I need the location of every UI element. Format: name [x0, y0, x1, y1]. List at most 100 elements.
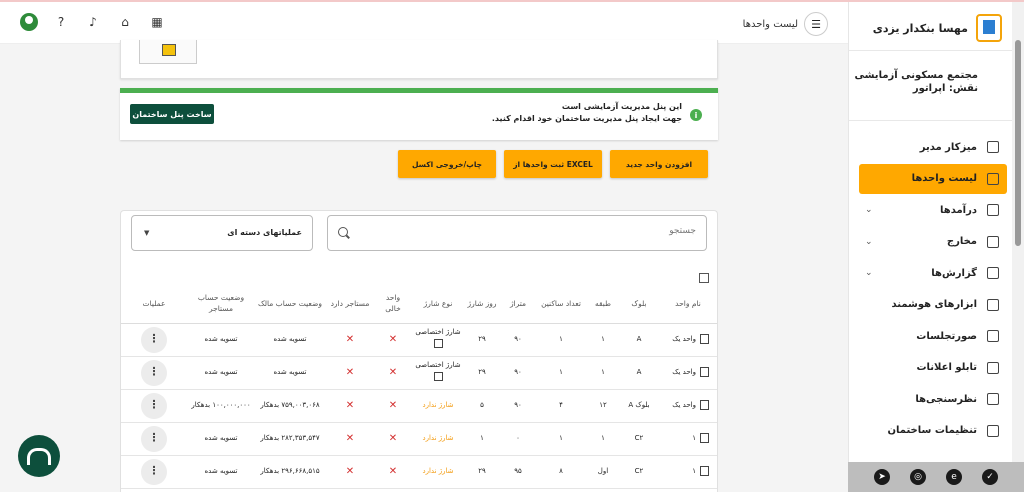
search-input[interactable]	[366, 226, 696, 236]
column-header: نوع شارژ	[411, 285, 465, 324]
charge-type-cell: شارژ اختصاصی	[411, 356, 465, 390]
has-tenant-cell: ✕	[325, 455, 375, 489]
support-headset-button[interactable]	[18, 435, 60, 477]
table-row[interactable]: واحد یک A ۱ ۱ ۹۰ ۲۹ شارژ اختصاصی ✕ ✕ تسویه شده تسو…	[121, 323, 717, 357]
table-row[interactable]: ۱ C۲ ۱ ۱ ۰ ۱ شارژ ندارد ✕ ✕ ۲۸۲,۳۵۳,۵۴۷ بدهکار تسو…	[121, 422, 717, 456]
sidebar-scrollbar[interactable]	[1012, 2, 1024, 462]
scrollbar-thumb[interactable]	[1015, 40, 1021, 246]
charge-type[interactable]: شارژ ندارد	[413, 401, 463, 410]
sidebar-item[interactable]: صورتجلسات	[859, 321, 1007, 351]
sidebar-item[interactable]: ⌄ مخارج	[859, 227, 1007, 257]
print-export-excel-button[interactable]: چاپ/خروجی اکسل	[398, 150, 496, 178]
avatar[interactable]	[20, 13, 38, 31]
edit-icon[interactable]	[433, 339, 443, 348]
block-cell: A	[621, 323, 657, 357]
residents-cell: ۱	[537, 356, 585, 390]
home-icon[interactable]: ⌂	[116, 13, 134, 31]
bale-icon[interactable]: ✓	[982, 469, 998, 485]
residents-cell: ۸	[537, 455, 585, 489]
charge-type[interactable]: شارژ ندارد	[413, 434, 463, 443]
more-options-icon[interactable]: ⋮	[141, 425, 167, 452]
unit-name-cell: ۱	[657, 422, 717, 456]
table-row[interactable]: واحد یک A ۱ ۱ ۹۰ ۲۹ شارژ اختصاصی ✕ ✕ تسویه شده تسو…	[121, 356, 717, 390]
block-cell: C۲	[621, 422, 657, 456]
column-header: مستاجر دارد	[325, 285, 375, 324]
brand-logo-icon	[976, 14, 1002, 42]
unit-name: واحد یک	[672, 368, 696, 377]
eitaa-icon[interactable]: e	[946, 469, 962, 485]
charge-type[interactable]: شارژ ندارد	[413, 467, 463, 476]
edit-icon[interactable]	[433, 372, 443, 381]
bell-icon[interactable]: ♪	[84, 13, 102, 31]
help-icon[interactable]: ?	[52, 13, 70, 31]
sidebar-item-label: صورتجلسات	[916, 330, 977, 342]
floor-cell: ۱۲	[585, 389, 621, 423]
sidebar-item[interactable]: میزکار مدیر	[859, 132, 1007, 162]
column-header: متراژ	[499, 285, 537, 324]
page-title-group: ☰ لیست واحدها	[743, 12, 828, 36]
menu-item-icon	[987, 204, 999, 216]
table-row[interactable]: ۱ C۲ اول ۸ ۹۵ ۲۹ شارژ ندارد ✕ ✕ ۲۹۶,۶۶۸,۵۱۵ بدهکا…	[121, 455, 717, 489]
alert-text: این پنل مدیریت آزمایشی است جهت ایجاد پنل…	[492, 102, 682, 123]
has-tenant-cell: ✕	[325, 323, 375, 357]
empty-unit-cell: ✕	[375, 356, 411, 390]
brand-name: مهسا بنکدار یزدی	[872, 21, 968, 35]
top-card	[120, 40, 718, 79]
more-options-icon[interactable]: ⋮	[141, 359, 167, 386]
table-settings-icon[interactable]	[699, 273, 709, 283]
sidebar-item[interactable]: تابلو اعلانات	[859, 353, 1007, 383]
menu-item-icon	[987, 298, 999, 311]
sidebar-item[interactable]: نظرسنجی‌ها	[859, 384, 1007, 414]
operations-cell: ⋮	[121, 356, 187, 390]
operations-cell: ⋮	[121, 422, 187, 456]
unit-name-cell: واحد یک	[657, 323, 717, 357]
search-icon[interactable]	[338, 227, 348, 237]
more-options-icon[interactable]: ⋮	[141, 392, 167, 419]
sidebar-item[interactable]: لیست واحدها	[859, 163, 1007, 194]
sidebar-item-label: ابزارهای هوشمند	[891, 299, 977, 310]
menu-item-icon	[987, 393, 999, 405]
floor-cell: ۱	[585, 422, 621, 456]
charge-day-cell: ۲۹	[465, 356, 499, 390]
empty-unit-cell: ✕	[375, 422, 411, 456]
sidebar-item[interactable]: ابزارهای هوشمند	[859, 290, 1007, 320]
building-thumbnail	[139, 40, 197, 64]
column-header: بلوک	[621, 285, 657, 324]
area-cell: ۹۰	[499, 323, 537, 357]
unit-name-cell: واحد یک	[657, 356, 717, 390]
more-options-icon[interactable]: ⋮	[141, 458, 167, 485]
demo-panel-alert: i این پنل مدیریت آزمایشی است جهت ایجاد پ…	[120, 88, 718, 140]
charge-day-cell: ۲۹	[465, 455, 499, 489]
sidebar-item-label: تابلو اعلانات	[916, 362, 977, 373]
unit-name: ۱	[692, 467, 696, 476]
tenant-cell: تسویه شده	[187, 356, 255, 390]
import-excel-button[interactable]: ثبت واحدها از EXCEL	[504, 150, 602, 178]
telegram-icon[interactable]: ➤	[874, 469, 890, 485]
grid-icon[interactable]: ▦	[148, 13, 166, 31]
table-row[interactable]: واحد یک بلوک A ۱۲ ۴ ۹۰ ۵ شارژ ندارد ✕ ✕ ۷۵۹,۰۰۳,۰…	[121, 389, 717, 423]
sidebar-item-label: میزکار مدیر	[919, 141, 977, 153]
hamburger-menu-icon[interactable]: ☰	[804, 12, 828, 36]
sidebar-item-label: مخارج	[946, 236, 977, 247]
alert-line-1: این پنل مدیریت آزمایشی است	[561, 102, 682, 111]
sidebar: مهسا بنکدار یزدی مجتمع مسکونی آزمایشی نق…	[848, 2, 1012, 492]
add-unit-button[interactable]: افزودن واحد جدید	[610, 150, 708, 178]
column-header: روز شارژ	[465, 285, 499, 324]
sidebar-item[interactable]: ⌄ درآمدها	[859, 195, 1007, 225]
sidebar-item[interactable]: ⌄ گزارش‌ها	[859, 258, 1007, 288]
column-header: وضعیت حساب مستاجر	[187, 285, 255, 324]
unit-name-cell: ۱	[657, 455, 717, 489]
instagram-icon[interactable]: ◎	[910, 469, 926, 485]
page-title: لیست واحدها	[742, 18, 798, 30]
owner-cell: تسویه شده	[255, 356, 325, 390]
unit-name: واحد یک	[672, 335, 696, 344]
cross-icon: ✕	[345, 466, 355, 477]
charge-type-cell: شارژ ندارد	[411, 455, 465, 489]
sidebar-item[interactable]: تنظیمات ساختمان	[859, 416, 1007, 446]
sidebar-item-label: نظرسنجی‌ها	[915, 393, 977, 405]
more-options-icon[interactable]: ⋮	[141, 326, 167, 353]
bulk-actions-select[interactable]: عملیاتهای دسته ای ▼	[131, 215, 313, 251]
create-building-panel-button[interactable]: ساخت پنل ساختمان	[130, 104, 214, 124]
residents-cell: ۱	[537, 422, 585, 456]
cross-icon: ✕	[388, 400, 398, 411]
